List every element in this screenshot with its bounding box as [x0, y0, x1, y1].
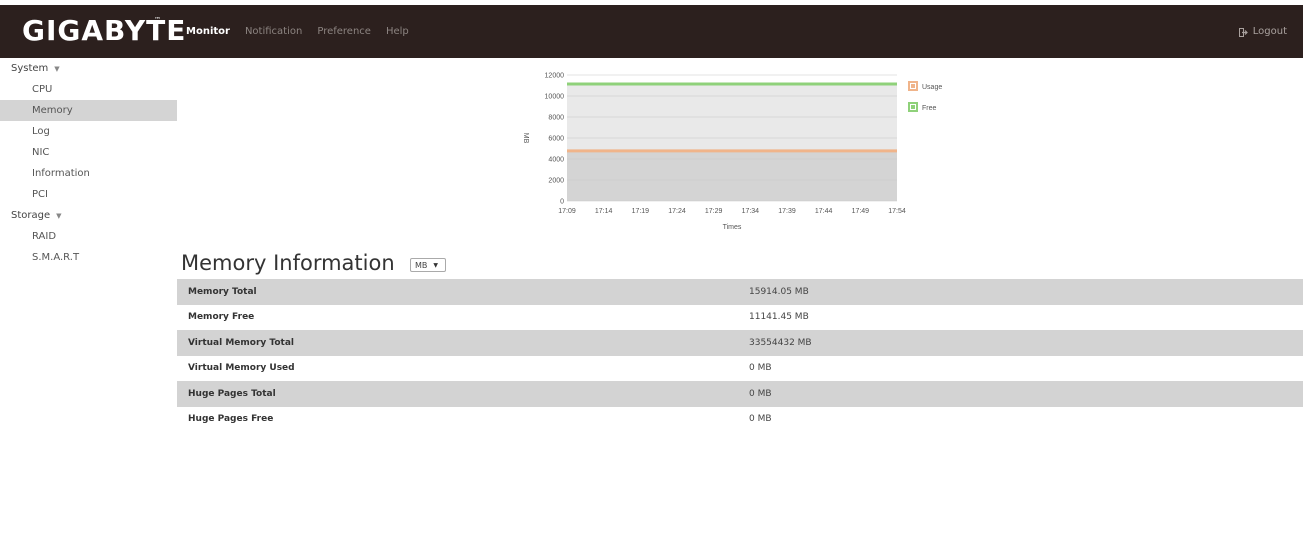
- memory-info-table: Memory Total 15914.05 MB Memory Free 111…: [177, 279, 1303, 432]
- sidebar-section-label: Storage: [11, 210, 51, 221]
- dropdown-arrow-icon: ▼: [433, 261, 439, 269]
- logout-icon: [1238, 27, 1248, 37]
- y-tick-label: 10000: [545, 94, 565, 101]
- row-label: Huge Pages Free: [188, 414, 274, 425]
- logout-button[interactable]: Logout: [1238, 25, 1287, 39]
- table-row: Virtual Memory Total 33554432 MB: [177, 330, 1303, 356]
- sidebar: System ▼ CPU Memory Log NIC Information …: [0, 58, 177, 268]
- row-value: 11141.45 MB: [749, 312, 809, 323]
- sidebar-item-label: S.M.A.R.T: [32, 252, 80, 263]
- nav-preference[interactable]: Preference: [317, 25, 371, 39]
- nav-monitor[interactable]: Monitor: [186, 25, 230, 39]
- y-tick-label: 2000: [548, 178, 564, 185]
- x-tick-label: 17:09: [558, 208, 576, 215]
- nav-help[interactable]: Help: [386, 25, 409, 39]
- x-tick-label: 17:44: [815, 208, 833, 215]
- y-tick-label: 8000: [548, 115, 564, 122]
- sidebar-section-storage[interactable]: Storage ▼: [0, 205, 177, 226]
- y-tick-label: 0: [560, 199, 564, 206]
- logout-label: Logout: [1252, 26, 1287, 37]
- nav-notification[interactable]: Notification: [245, 25, 302, 39]
- sidebar-item-cpu[interactable]: CPU: [0, 79, 177, 100]
- legend-label: Usage: [922, 84, 942, 91]
- table-row: Huge Pages Total 0 MB: [177, 381, 1303, 407]
- table-row: Memory Free 11141.45 MB: [177, 305, 1303, 331]
- sidebar-item-pci[interactable]: PCI: [0, 184, 177, 205]
- sidebar-item-label: Log: [32, 126, 50, 137]
- x-tick-label: 17:39: [778, 208, 796, 215]
- row-value: 0 MB: [749, 363, 772, 374]
- sidebar-item-nic[interactable]: NIC: [0, 142, 177, 163]
- logo-trademark: ™: [154, 16, 161, 24]
- x-tick-label: 17:19: [632, 208, 650, 215]
- table-row: Huge Pages Free 0 MB: [177, 407, 1303, 433]
- y-tick-label: 6000: [548, 136, 564, 143]
- row-label: Virtual Memory Total: [188, 337, 294, 348]
- row-label: Huge Pages Total: [188, 388, 276, 399]
- sidebar-item-label: Information: [32, 168, 90, 179]
- sidebar-item-label: RAID: [32, 231, 57, 242]
- caret-down-icon: ▼: [56, 211, 62, 220]
- sidebar-item-memory[interactable]: Memory: [0, 100, 177, 121]
- unit-select-value: MB: [415, 260, 428, 270]
- row-label: Virtual Memory Used: [188, 363, 295, 374]
- row-value: 33554432 MB: [749, 337, 812, 348]
- x-tick-label: 17:34: [742, 208, 760, 215]
- y-axis-label: MB: [522, 133, 529, 144]
- x-axis-label: Times: [723, 224, 742, 231]
- usage-area: [567, 150, 897, 201]
- row-label: Memory Total: [188, 286, 257, 297]
- legend-label: Free: [922, 105, 937, 112]
- x-tick-label: 17:14: [595, 208, 613, 215]
- row-label: Memory Free: [188, 312, 255, 323]
- x-tick-label: 17:29: [705, 208, 723, 215]
- logo-text: GIGABYTE: [22, 14, 187, 47]
- x-tick-label: 17:54: [888, 208, 906, 215]
- y-tick-label: 4000: [548, 157, 564, 164]
- page-title: Memory Information: [181, 251, 395, 275]
- legend-swatch-fill-usage: [911, 84, 915, 88]
- sidebar-item-raid[interactable]: RAID: [0, 226, 177, 247]
- table-row: Virtual Memory Used 0 MB: [177, 356, 1303, 382]
- sidebar-item-log[interactable]: Log: [0, 121, 177, 142]
- sidebar-section-system[interactable]: System ▼: [0, 58, 177, 79]
- sidebar-item-label: CPU: [32, 84, 53, 95]
- caret-down-icon: ▼: [54, 64, 60, 73]
- sidebar-item-smart[interactable]: S.M.A.R.T: [0, 247, 177, 268]
- sidebar-item-label: Memory: [32, 105, 73, 116]
- sidebar-section-label: System: [11, 63, 49, 74]
- x-tick-label: 17:24: [668, 208, 686, 215]
- main-nav: Monitor Notification Preference Help: [186, 25, 424, 39]
- legend-swatch-fill-free: [911, 105, 915, 109]
- row-value: 0 MB: [749, 388, 772, 399]
- gigabyte-logo[interactable]: GIGABYTE ™: [22, 15, 186, 47]
- x-tick-label: 17:49: [852, 208, 870, 215]
- row-value: 0 MB: [749, 414, 772, 425]
- sidebar-item-label: NIC: [32, 147, 50, 158]
- sidebar-item-information[interactable]: Information: [0, 163, 177, 184]
- memory-chart: 0 2000 4000 6000 8000 10000 12000 17:09 17:14 17:…: [510, 60, 970, 240]
- row-value: 15914.05 MB: [749, 286, 809, 297]
- table-row: Memory Total 15914.05 MB: [177, 279, 1303, 305]
- top-navbar: GIGABYTE ™ Monitor Notification Preferen…: [0, 0, 1303, 58]
- y-tick-label: 12000: [545, 73, 565, 80]
- memory-chart-svg: 0 2000 4000 6000 8000 10000 12000 17:09 17:14 17:…: [522, 73, 942, 232]
- unit-select[interactable]: MB ▼: [410, 258, 446, 272]
- sidebar-item-label: PCI: [32, 189, 48, 200]
